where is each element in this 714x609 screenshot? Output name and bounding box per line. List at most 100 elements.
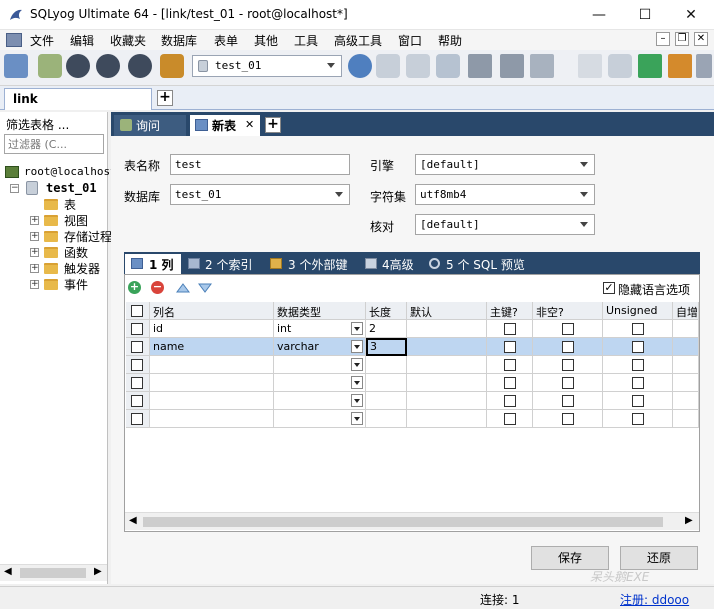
cell-primary-key-checkbox[interactable] xyxy=(504,323,516,335)
cell-primary-key[interactable] xyxy=(487,410,533,428)
expand-icon[interactable]: + xyxy=(30,280,39,289)
cell-unsigned-checkbox[interactable] xyxy=(632,413,644,425)
cell-default[interactable] xyxy=(407,338,487,356)
cell-primary-key[interactable] xyxy=(487,338,533,356)
cell-unsigned-checkbox[interactable] xyxy=(632,323,644,335)
new-connection-icon[interactable] xyxy=(4,54,28,78)
hide-lang-options-checkbox[interactable]: ✓ xyxy=(603,282,615,294)
row-checkbox[interactable] xyxy=(131,413,143,425)
cell-not-null[interactable] xyxy=(533,410,603,428)
cell-not-null-checkbox[interactable] xyxy=(562,359,574,371)
expand-icon[interactable]: + xyxy=(30,232,39,241)
menu-file[interactable]: 文件 xyxy=(30,32,54,49)
tree-node-triggers[interactable]: 触发器 xyxy=(64,260,100,277)
cell-primary-key-checkbox[interactable] xyxy=(504,377,516,389)
table-name-input[interactable]: test xyxy=(170,154,350,175)
cell-column-name[interactable] xyxy=(150,392,274,410)
tab-indexes[interactable]: 2 个索引 xyxy=(185,254,261,274)
registration-link[interactable]: 注册: ddooo xyxy=(620,591,689,608)
move-down-icon[interactable] xyxy=(198,283,212,293)
tree-node-views[interactable]: 视图 xyxy=(64,212,88,229)
header-column-name[interactable]: 列名 xyxy=(150,302,274,320)
cell-length[interactable] xyxy=(366,374,407,392)
dropdown-button[interactable] xyxy=(351,376,363,389)
scheduler-icon[interactable] xyxy=(696,54,712,78)
left-horizontal-scrollbar[interactable]: ◀ ▶ xyxy=(0,564,107,581)
refresh-icon[interactable] xyxy=(160,54,184,78)
cell-data-type[interactable]: int xyxy=(274,320,366,338)
header-unsigned[interactable]: Unsigned xyxy=(603,302,673,320)
cell-default[interactable] xyxy=(407,320,487,338)
cell-column-name[interactable]: name xyxy=(150,338,274,356)
cell-length[interactable] xyxy=(366,410,407,428)
cell-not-null[interactable] xyxy=(533,320,603,338)
cell-primary-key-checkbox[interactable] xyxy=(504,395,516,407)
schema-sync-icon[interactable] xyxy=(468,54,492,78)
table-grid-icon[interactable] xyxy=(500,54,524,78)
tab-query[interactable]: 询问 xyxy=(114,115,186,136)
scroll-thumb[interactable] xyxy=(143,517,663,527)
cell-not-null-checkbox[interactable] xyxy=(562,323,574,335)
collation-select[interactable]: [default] xyxy=(415,214,595,235)
dropdown-button[interactable] xyxy=(351,340,363,353)
cell-not-null-checkbox[interactable] xyxy=(562,395,574,407)
cell-default[interactable] xyxy=(407,374,487,392)
dropdown-button[interactable] xyxy=(351,358,363,371)
row-checkbox[interactable] xyxy=(131,359,143,371)
row-selector[interactable] xyxy=(126,320,150,338)
tree-node-procedures[interactable]: 存储过程 xyxy=(64,228,112,245)
expand-icon[interactable]: + xyxy=(30,216,39,225)
dropdown-button[interactable] xyxy=(351,322,363,335)
cell-not-null-checkbox[interactable] xyxy=(562,377,574,389)
user-manager-icon[interactable] xyxy=(348,54,372,78)
data-sync-icon[interactable] xyxy=(638,54,662,78)
cell-length[interactable] xyxy=(366,356,407,374)
cell-default[interactable] xyxy=(407,356,487,374)
remove-column-icon[interactable]: − xyxy=(151,281,164,294)
tab-close-icon[interactable]: ✕ xyxy=(245,118,254,131)
grid-horizontal-scrollbar[interactable]: ◀ ▶ xyxy=(125,512,699,530)
row-selector[interactable] xyxy=(126,374,150,392)
expand-icon[interactable]: + xyxy=(30,248,39,257)
cell-data-type[interactable] xyxy=(274,410,366,428)
tree-database-node[interactable]: test_01 xyxy=(46,181,97,195)
cell-data-type[interactable]: varchar xyxy=(274,338,366,356)
create-database-icon[interactable] xyxy=(376,54,400,78)
row-checkbox[interactable] xyxy=(131,395,143,407)
cell-column-name[interactable] xyxy=(150,374,274,392)
cell-column-name[interactable]: id xyxy=(150,320,274,338)
scroll-left-icon[interactable]: ◀ xyxy=(4,566,12,577)
filter-input[interactable] xyxy=(4,134,104,154)
cell-auto-increment[interactable] xyxy=(673,392,699,410)
execute-all-icon[interactable] xyxy=(96,54,120,78)
menu-table[interactable]: 表单 xyxy=(214,32,238,49)
select-all-checkbox[interactable] xyxy=(131,305,143,317)
save-button[interactable]: 保存 xyxy=(531,546,609,570)
cell-auto-increment[interactable] xyxy=(673,374,699,392)
header-not-null[interactable]: 非空? xyxy=(533,302,603,320)
menu-edit[interactable]: 编辑 xyxy=(70,32,94,49)
cell-length[interactable] xyxy=(366,392,407,410)
cell-unsigned-checkbox[interactable] xyxy=(632,341,644,353)
maximize-button[interactable]: ☐ xyxy=(622,0,668,30)
menu-advanced-tools[interactable]: 高级工具 xyxy=(334,32,382,49)
tab-sql-preview[interactable]: 5 个 SQL 预览 xyxy=(426,254,530,274)
mdi-restore-button[interactable]: ❐ xyxy=(675,32,689,46)
scroll-right-icon[interactable]: ▶ xyxy=(685,515,693,526)
new-query-icon[interactable] xyxy=(38,54,62,78)
cell-primary-key[interactable] xyxy=(487,392,533,410)
header-default[interactable]: 默认 xyxy=(407,302,487,320)
row-checkbox[interactable] xyxy=(131,377,143,389)
tree-server-node[interactable]: root@localhost xyxy=(24,165,117,178)
tree-node-functions[interactable]: 函数 xyxy=(64,244,88,261)
cell-not-null[interactable] xyxy=(533,374,603,392)
cell-not-null-checkbox[interactable] xyxy=(562,413,574,425)
add-column-icon[interactable]: + xyxy=(128,281,141,294)
charset-select[interactable]: utf8mb4 xyxy=(415,184,595,205)
add-connection-tab-button[interactable]: + xyxy=(157,90,173,106)
import-export-icon[interactable] xyxy=(668,54,692,78)
menu-database[interactable]: 数据库 xyxy=(161,32,197,49)
connection-tab-link[interactable]: link xyxy=(4,88,152,110)
mdi-close-button[interactable]: ✕ xyxy=(694,32,708,46)
cell-primary-key-checkbox[interactable] xyxy=(504,341,516,353)
